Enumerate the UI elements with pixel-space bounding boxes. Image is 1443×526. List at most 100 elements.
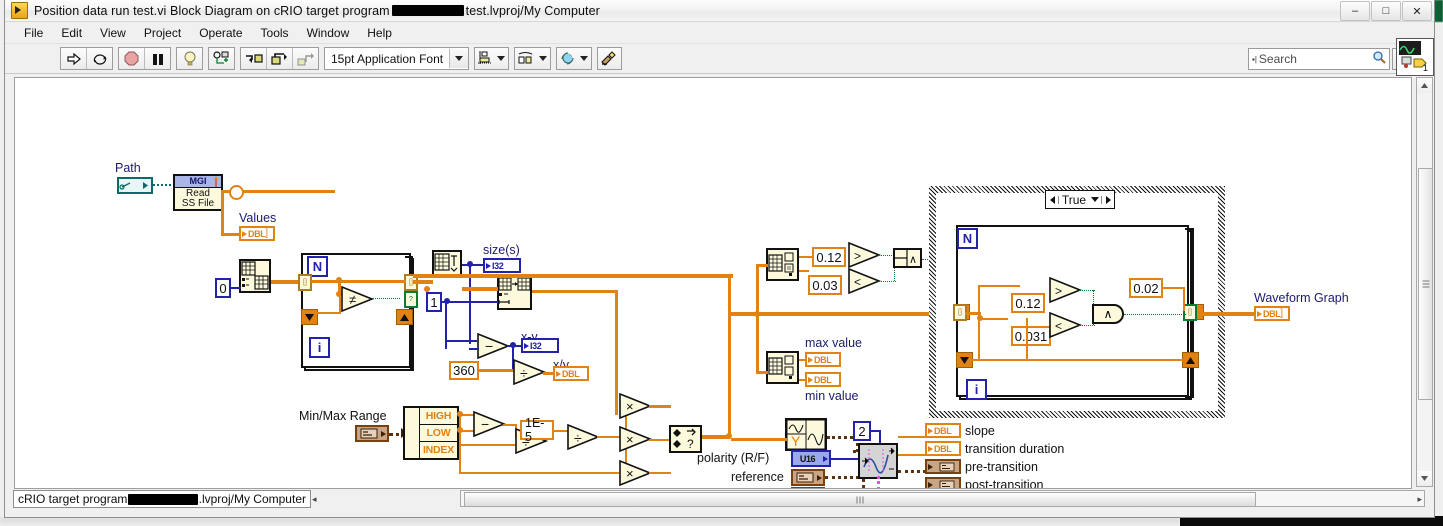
loop-1-input-tunnel[interactable]: [] [298, 274, 312, 291]
and-gate-node[interactable]: ∧ [893, 248, 922, 268]
loop-2-output-tunnel[interactable]: [] [1183, 304, 1197, 321]
menu-item-view[interactable]: View [91, 24, 135, 42]
menu-item-project[interactable]: Project [135, 24, 190, 42]
step-out-icon[interactable] [293, 48, 318, 69]
shift-register-right[interactable] [396, 309, 413, 325]
shift-register-right-2[interactable] [1182, 352, 1199, 368]
magnifier-icon[interactable] [1372, 50, 1386, 69]
indicator-xy-i32[interactable]: I32 [521, 338, 559, 353]
abort-stop-icon[interactable] [119, 48, 145, 69]
clean-up-diagram-button[interactable] [597, 47, 623, 70]
vi-icon[interactable]: 1 [1396, 38, 1434, 76]
indicator-transition-duration-dbl[interactable]: DBL [925, 441, 961, 456]
menu-item-operate[interactable]: Operate [190, 24, 251, 42]
loop-2-iteration-terminal-i[interactable]: i [966, 379, 987, 400]
vertical-scrollbar[interactable] [1416, 77, 1433, 487]
indicator-sizes-i32[interactable]: I32 [483, 258, 521, 273]
subtract-node-2[interactable]: − [473, 411, 507, 439]
loop-iteration-terminal-i[interactable]: i [309, 337, 330, 358]
less-than-node-2[interactable]: < [1049, 312, 1083, 340]
waveform-build-node[interactable]: Y [785, 418, 827, 451]
align-objects-button[interactable] [474, 47, 510, 70]
constant-zero[interactable]: 0 [215, 278, 231, 298]
for-loop-2[interactable] [956, 225, 1192, 398]
font-dropdown-arrow-icon[interactable] [449, 49, 469, 68]
run-arrow-icon[interactable] [61, 48, 87, 69]
menu-item-help[interactable]: Help [358, 24, 401, 42]
indicator-min-value-dbl[interactable]: DBL [805, 372, 841, 387]
not-equal-node[interactable]: ≠ [341, 286, 375, 314]
index-array-node[interactable] [239, 259, 271, 293]
indicator-max-value-dbl[interactable]: DBL [805, 352, 841, 367]
divide-node-3[interactable]: ÷ [567, 424, 601, 452]
constant-360[interactable]: 360 [449, 361, 479, 380]
indicator-values-dbl[interactable]: DBL] [239, 226, 275, 241]
distribute-objects-button[interactable] [514, 47, 552, 70]
divide-node[interactable]: ÷ [513, 359, 547, 387]
indicator-x-over-y-dbl[interactable]: DBL [553, 366, 589, 381]
loop-1-bool-tunnel[interactable]: ? [404, 291, 418, 308]
build-array-node[interactable]: ? [669, 425, 702, 453]
less-than-node-1[interactable]: < [848, 268, 882, 296]
constant-0-12-b[interactable]: 0.12 [1011, 293, 1045, 313]
constant-0-02[interactable]: 0.02 [1129, 278, 1163, 298]
step-into-icon[interactable] [241, 48, 267, 69]
constant-0-03[interactable]: 0.03 [808, 275, 842, 295]
scroll-down-arrow-icon[interactable] [1417, 471, 1432, 486]
constant-0-12-a[interactable]: 0.12 [812, 247, 846, 267]
block-diagram-canvas[interactable]: Path MGI Read SS File Values DBL] 0 N i … [14, 77, 1412, 489]
horizontal-scrollbar[interactable] [460, 490, 1425, 507]
shift-register-left[interactable] [301, 309, 318, 325]
menu-item-file[interactable]: File [15, 24, 52, 42]
control-level-settings[interactable] [791, 487, 825, 488]
minimize-button[interactable]: – [1340, 1, 1370, 21]
menu-item-window[interactable]: Window [298, 24, 359, 42]
scroll-right-arrow-icon[interactable]: ▸ [1417, 494, 1422, 505]
array-subset-node[interactable] [497, 276, 532, 310]
index-array-node-3[interactable] [766, 351, 799, 384]
control-polarity-u16[interactable]: U16 [791, 450, 831, 467]
maximize-button[interactable]: □ [1371, 1, 1401, 21]
close-button[interactable]: ✕ [1402, 1, 1432, 21]
indicator-slope-dbl[interactable]: DBL [925, 423, 961, 438]
scroll-up-arrow-icon[interactable] [1417, 78, 1432, 93]
index-array-node-2[interactable] [766, 248, 799, 281]
run-continuously-icon[interactable] [87, 48, 112, 69]
indicator-post-transition[interactable] [925, 477, 961, 488]
search-input[interactable]: ▪| Search [1248, 48, 1390, 70]
label-post-transition: post-transition [965, 478, 1044, 489]
case-selector[interactable]: True [1045, 190, 1115, 209]
scroll-left-arrow-icon[interactable]: ◂ [312, 494, 317, 505]
retain-wire-values-icon[interactable] [209, 48, 234, 69]
greater-than-node-2[interactable]: > [1049, 277, 1083, 305]
multiply-node-1[interactable]: × [619, 393, 653, 421]
vertical-scrollbar-thumb[interactable] [1418, 168, 1433, 400]
unbundle-by-name-node[interactable]: HIGH LOW INDEX [403, 406, 459, 460]
indicator-pre-transition[interactable] [925, 459, 961, 474]
horizontal-scrollbar-thumb[interactable] [464, 492, 1256, 507]
step-over-icon[interactable] [267, 48, 293, 69]
array-size-node[interactable] [432, 250, 462, 277]
menu-item-edit[interactable]: Edit [52, 24, 91, 42]
control-reference[interactable] [791, 469, 825, 486]
highlight-execution-bulb-icon[interactable] [177, 48, 202, 69]
menu-item-tools[interactable]: Tools [252, 24, 298, 42]
greater-than-node-1[interactable]: > [848, 242, 882, 270]
multiply-node-2[interactable]: × [619, 426, 653, 454]
indicator-waveform-graph-dbl[interactable]: DBL] [1254, 306, 1290, 321]
labview-window: Position data run test.vi Block Diagram … [4, 0, 1435, 518]
transition-measurements-node[interactable] [858, 443, 898, 479]
and-gate-node-2[interactable]: ∧ [1092, 304, 1124, 324]
path-control-terminal[interactable] [117, 177, 153, 194]
constant-two[interactable]: 2 [853, 421, 871, 441]
loop-2-count-terminal-N[interactable]: N [957, 228, 978, 249]
reorder-button[interactable] [556, 47, 593, 70]
subtract-node[interactable]: − [477, 333, 511, 361]
control-minmax-range[interactable] [355, 425, 389, 442]
pause-icon[interactable] [145, 48, 170, 69]
font-selector[interactable]: 15pt Application Font [324, 47, 470, 70]
constant-0-031[interactable]: 0.031 [1011, 326, 1051, 346]
constant-one[interactable]: 1 [426, 292, 442, 312]
multiply-node-3[interactable]: × [619, 460, 653, 488]
constant-1e-5[interactable]: 1E-5 [520, 416, 554, 444]
